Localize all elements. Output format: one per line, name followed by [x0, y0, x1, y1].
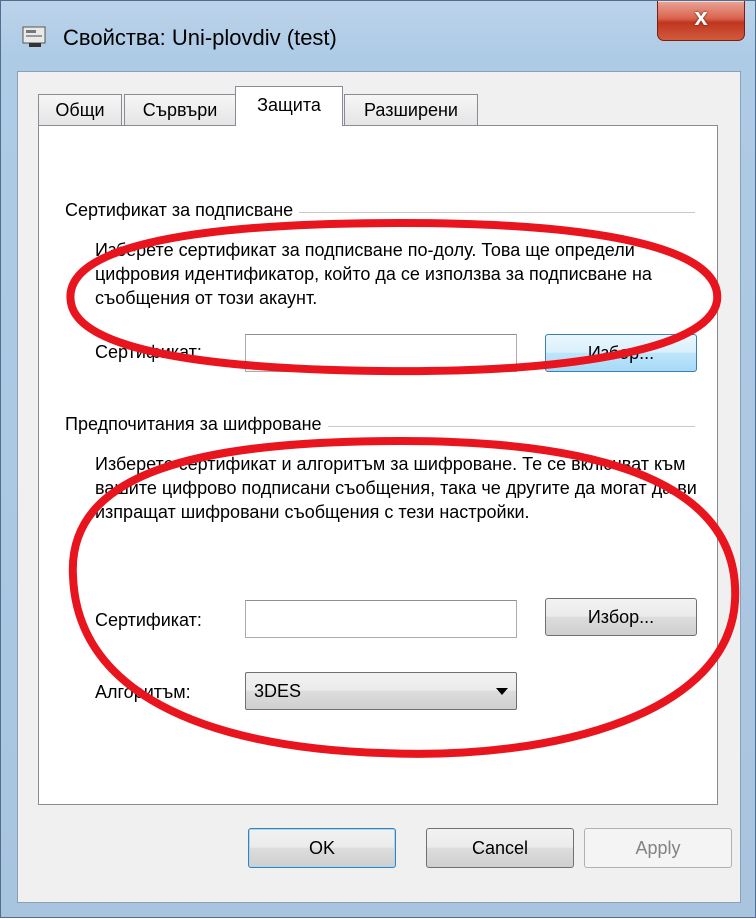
- tab-general[interactable]: Общи: [38, 94, 122, 126]
- close-button[interactable]: x: [657, 1, 745, 41]
- close-icon: x: [694, 4, 708, 31]
- algorithm-label: Алгоритъм:: [95, 682, 191, 702]
- encryption-certificate-label: Сертификат:: [95, 610, 202, 630]
- signing-choose-button[interactable]: Избор...: [545, 334, 697, 372]
- encryption-group-label: Предпочитания за шифроване: [65, 414, 328, 435]
- account-icon: [22, 26, 46, 47]
- signing-certificate-label: Сертификат:: [95, 342, 202, 362]
- encryption-description: Изберете сертификат и алгоритъм за шифро…: [95, 454, 697, 522]
- apply-button: Apply: [584, 828, 732, 868]
- tab-security[interactable]: Защита: [235, 86, 343, 126]
- dialog-client: Общи Сървъри Защита Разширени Сертификат…: [17, 71, 741, 903]
- dropdown-arrow-icon: [496, 688, 508, 695]
- window-title: Свойства: Uni-plovdiv (test): [63, 25, 337, 50]
- dialog-window: Свойства: Uni-plovdiv (test) x Общи Сърв…: [0, 0, 756, 918]
- title-bar[interactable]: Свойства: Uni-plovdiv (test) x: [1, 1, 755, 71]
- algorithm-select-value: 3DES: [254, 681, 302, 701]
- tab-servers[interactable]: Сървъри: [124, 94, 236, 126]
- signing-group-label: Сертификат за подписване: [65, 200, 300, 221]
- tab-advanced[interactable]: Разширени: [344, 94, 478, 126]
- encryption-certificate-field[interactable]: [245, 600, 517, 638]
- algorithm-select[interactable]: 3DES: [245, 672, 517, 710]
- ok-button[interactable]: OK: [248, 828, 396, 868]
- cancel-button[interactable]: Cancel: [426, 828, 574, 868]
- signing-certificate-field[interactable]: [245, 334, 517, 372]
- signing-description: Изберете сертификат за подписване по-дол…: [95, 240, 652, 308]
- encryption-choose-button[interactable]: Избор...: [545, 598, 697, 636]
- security-tab-panel: Сертификат за подписване Изберете сертиф…: [38, 125, 718, 805]
